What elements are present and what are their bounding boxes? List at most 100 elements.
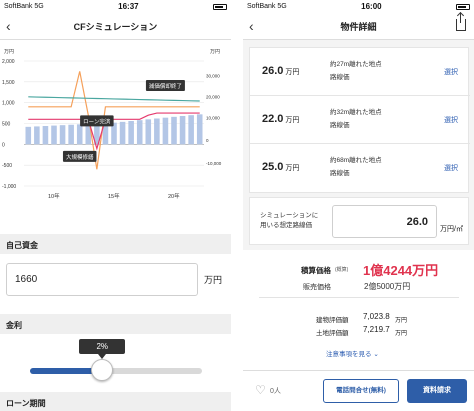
land-unit: 万円	[395, 331, 408, 337]
simulation-unit: 万円/㎡	[440, 226, 463, 233]
interest-tooltip: 2%	[79, 339, 126, 359]
sale-label: 販売価格	[303, 284, 331, 291]
status-bar: SoftBank 5G 16:00	[243, 0, 474, 13]
y-tick-label: 2,000	[2, 59, 15, 65]
footer-bar: ♡ 0人 電話問合せ(無料) 資料請求	[243, 370, 474, 411]
simulation-price-card: シミュレーションに 用いる想定路線価 26.0 万円/㎡	[249, 197, 469, 245]
route-price: 22.0 万円	[262, 113, 300, 125]
nav-bar: ‹ 物件詳細	[243, 13, 474, 40]
select-link[interactable]: 選択	[444, 67, 458, 77]
chevron-down-icon: ⌄	[373, 351, 379, 358]
simulation-price-input[interactable]: 26.0	[332, 205, 437, 238]
page-title: 物件詳細	[340, 21, 377, 32]
route-price-row: 22.0 万円 約32m離れた地点 路線価 選択	[250, 96, 470, 144]
y-tick-label: -500	[2, 163, 12, 169]
request-documents-button[interactable]: 資料請求	[407, 379, 467, 403]
land-label: 土地評価額	[316, 330, 349, 337]
clock: 16:00	[361, 2, 382, 11]
route-price: 25.0 万円	[262, 161, 300, 173]
carrier: SoftBank	[247, 3, 276, 10]
own-funds-unit: 万円	[204, 275, 223, 285]
cf-bar	[42, 126, 49, 145]
estimate-label: 積算価格	[301, 266, 331, 275]
cf-chart: 万円 万円 2,000 1,500 1,000 500 0 -500 -1,000 30,000 2…	[0, 41, 231, 216]
y-tick-label: 0	[2, 142, 5, 148]
cf-bar	[76, 124, 83, 145]
annotation-label: ローン完済	[83, 117, 111, 125]
select-link[interactable]: 選択	[444, 163, 458, 173]
x-tick-label: 20年	[168, 192, 180, 200]
left-screen: SoftBank 5G 16:37 ‹ CFシミュレーション 万円 万円 2,000…	[0, 0, 231, 411]
divider	[259, 297, 459, 298]
cf-bar	[145, 119, 152, 145]
building-value: 7,023.8	[363, 312, 390, 321]
y2-tick-label: 30,000	[206, 74, 220, 79]
back-chevron-icon[interactable]: ‹	[249, 18, 254, 34]
right-unit: 万円	[210, 49, 220, 55]
estimate-note: (概算)	[335, 267, 349, 273]
cf-line	[28, 96, 200, 102]
route-desc: 約32m離れた地点 路線価	[330, 109, 382, 129]
heart-icon[interactable]: ♡	[255, 383, 266, 397]
y-tick-label: 1,000	[2, 101, 15, 107]
own-funds-label: 自己資金	[0, 234, 231, 254]
page-title: CFシミュレーション	[73, 21, 158, 32]
sale-value: 2億5000万円	[364, 282, 411, 291]
cf-bar	[171, 116, 177, 145]
cf-bar	[162, 117, 169, 145]
cf-bar	[196, 114, 203, 145]
building-unit: 万円	[395, 318, 408, 324]
left-unit: 万円	[4, 49, 14, 55]
simulation-label: シミュレーションに 用いる想定路線価	[260, 212, 319, 229]
cf-bar	[25, 126, 32, 145]
y-tick-label: 1,500	[2, 80, 15, 86]
y2-tick-label: 10,000	[206, 115, 220, 120]
route-desc: 約68m離れた地点 路線価	[330, 157, 382, 177]
y-tick-label: 500	[2, 122, 11, 128]
y2-tick-label: -10,000	[206, 161, 222, 166]
share-icon[interactable]	[456, 13, 466, 31]
carrier: SoftBank	[4, 3, 33, 10]
cf-bar	[59, 125, 66, 145]
network: 5G	[34, 3, 44, 10]
battery-icon	[213, 3, 227, 10]
clock: 16:37	[118, 2, 139, 11]
x-tick-label: 15年	[108, 192, 120, 200]
status-bar: SoftBank 5G 16:37	[0, 0, 231, 13]
annotation-label: 大規模修繕	[66, 153, 94, 161]
route-price-row: 26.0 万円 約27m離れた地点 路線価 選択	[250, 48, 470, 96]
y2-tick-label: 0	[206, 138, 209, 143]
nav-bar: ‹ CFシミュレーション	[0, 13, 231, 40]
y-tick-label: -1,000	[2, 184, 16, 190]
cf-bar	[154, 118, 160, 145]
building-label: 建物評価額	[316, 317, 349, 324]
route-price-row: 25.0 万円 約68m離れた地点 路線価 選択	[250, 144, 470, 192]
cf-bar	[119, 121, 126, 145]
like-count: 0人	[270, 388, 281, 395]
cf-bar	[128, 121, 134, 145]
loan-period-label: ローン期間	[0, 392, 231, 411]
cf-bar	[136, 120, 143, 145]
cf-bar	[188, 115, 194, 145]
cf-bar	[34, 126, 40, 145]
notice-link[interactable]: 注意事項を見る ⌄	[326, 348, 379, 358]
annotation-label: 減価償却終了	[149, 82, 182, 90]
interest-slider-thumb[interactable]	[91, 359, 114, 381]
select-link[interactable]: 選択	[444, 115, 458, 125]
back-chevron-icon[interactable]: ‹	[6, 18, 11, 34]
y2-tick-label: 20,000	[206, 94, 220, 99]
phone-inquiry-button[interactable]: 電話問合せ(無料)	[323, 379, 399, 403]
route-desc: 約27m離れた地点 路線価	[330, 61, 382, 81]
cf-bar	[51, 125, 57, 145]
land-value: 7,219.7	[363, 325, 390, 334]
interest-label: 金利	[0, 314, 231, 334]
battery-icon	[456, 3, 470, 10]
x-tick-label: 10年	[48, 192, 60, 200]
right-screen: SoftBank 5G 16:00 ‹ 物件詳細 26.0 万円 約27m離れた地…	[243, 0, 474, 411]
estimate-value: 1億4244万円	[363, 263, 439, 278]
cf-bar	[179, 116, 186, 145]
route-price-list: 26.0 万円 約27m離れた地点 路線価 選択 22.0 万円 約32m離れた地点路…	[249, 47, 470, 193]
network: 5G	[277, 3, 287, 10]
cf-chart-svg: 万円 万円 2,000 1,500 1,000 500 0 -500 -1,000 30,000 2…	[2, 49, 222, 200]
own-funds-input[interactable]: 1660	[6, 263, 198, 296]
